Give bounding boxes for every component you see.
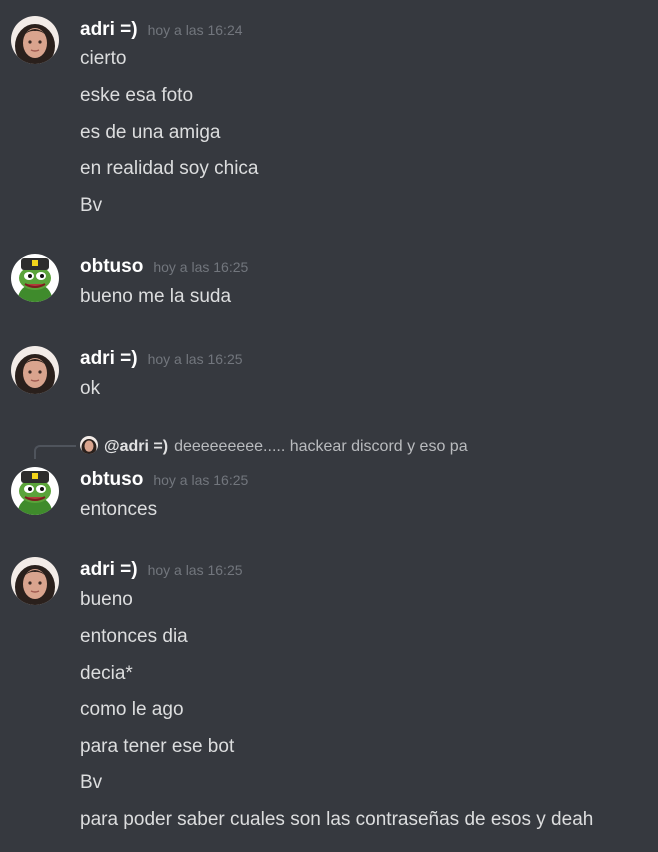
message-line: para poder saber cuales son las contrase… (80, 809, 594, 830)
reply-text: deeeeeeeee..... hackear discord y eso pa (174, 438, 468, 455)
avatar[interactable] (11, 16, 59, 64)
pepe-frog-avatar-icon (11, 254, 59, 302)
message-line: ok (80, 378, 101, 399)
message-line: para tener ese bot (80, 736, 235, 757)
message-line: entonces dia (80, 626, 188, 647)
username[interactable]: adri =) (80, 559, 138, 580)
message-line: Bv (80, 772, 103, 793)
reply-author[interactable]: @adri =) (104, 438, 168, 455)
chat-messages: adri =) hoy a las 16:24 cierto eske esa f… (0, 0, 658, 852)
message-line: en realidad soy chica (80, 158, 259, 179)
message-line: decia* (80, 663, 133, 684)
avatar[interactable] (11, 467, 59, 515)
girl-avatar-icon (11, 557, 59, 605)
avatar[interactable] (11, 254, 59, 302)
message-line: Bv (80, 195, 103, 216)
message-line: bueno (80, 589, 133, 610)
timestamp: hoy a las 16:25 (153, 472, 249, 488)
girl-avatar-icon (11, 16, 59, 64)
pepe-frog-avatar-icon (11, 467, 59, 515)
username[interactable]: adri =) (80, 348, 138, 369)
avatar[interactable] (11, 557, 59, 605)
message-line: cierto (80, 48, 127, 69)
timestamp: hoy a las 16:25 (147, 351, 243, 367)
reply-avatar (80, 436, 98, 454)
username[interactable]: obtuso (80, 256, 143, 277)
girl-avatar-icon (11, 346, 59, 394)
reply-preview[interactable]: @adri =) deeeeeeeee..... hackear discord … (80, 436, 468, 458)
timestamp: hoy a las 16:25 (147, 562, 243, 578)
girl-avatar-icon (80, 436, 98, 454)
message-line: es de una amiga (80, 122, 221, 143)
message-line: como le ago (80, 699, 184, 720)
message-line: entonces (80, 499, 158, 520)
message-line: eske esa foto (80, 85, 194, 106)
timestamp: hoy a las 16:25 (153, 259, 249, 275)
timestamp: hoy a las 16:24 (147, 22, 243, 38)
username[interactable]: obtuso (80, 469, 143, 490)
message-line: bueno me la suda (80, 286, 232, 307)
avatar[interactable] (11, 346, 59, 394)
username[interactable]: adri =) (80, 19, 138, 40)
reply-connector (34, 445, 76, 459)
